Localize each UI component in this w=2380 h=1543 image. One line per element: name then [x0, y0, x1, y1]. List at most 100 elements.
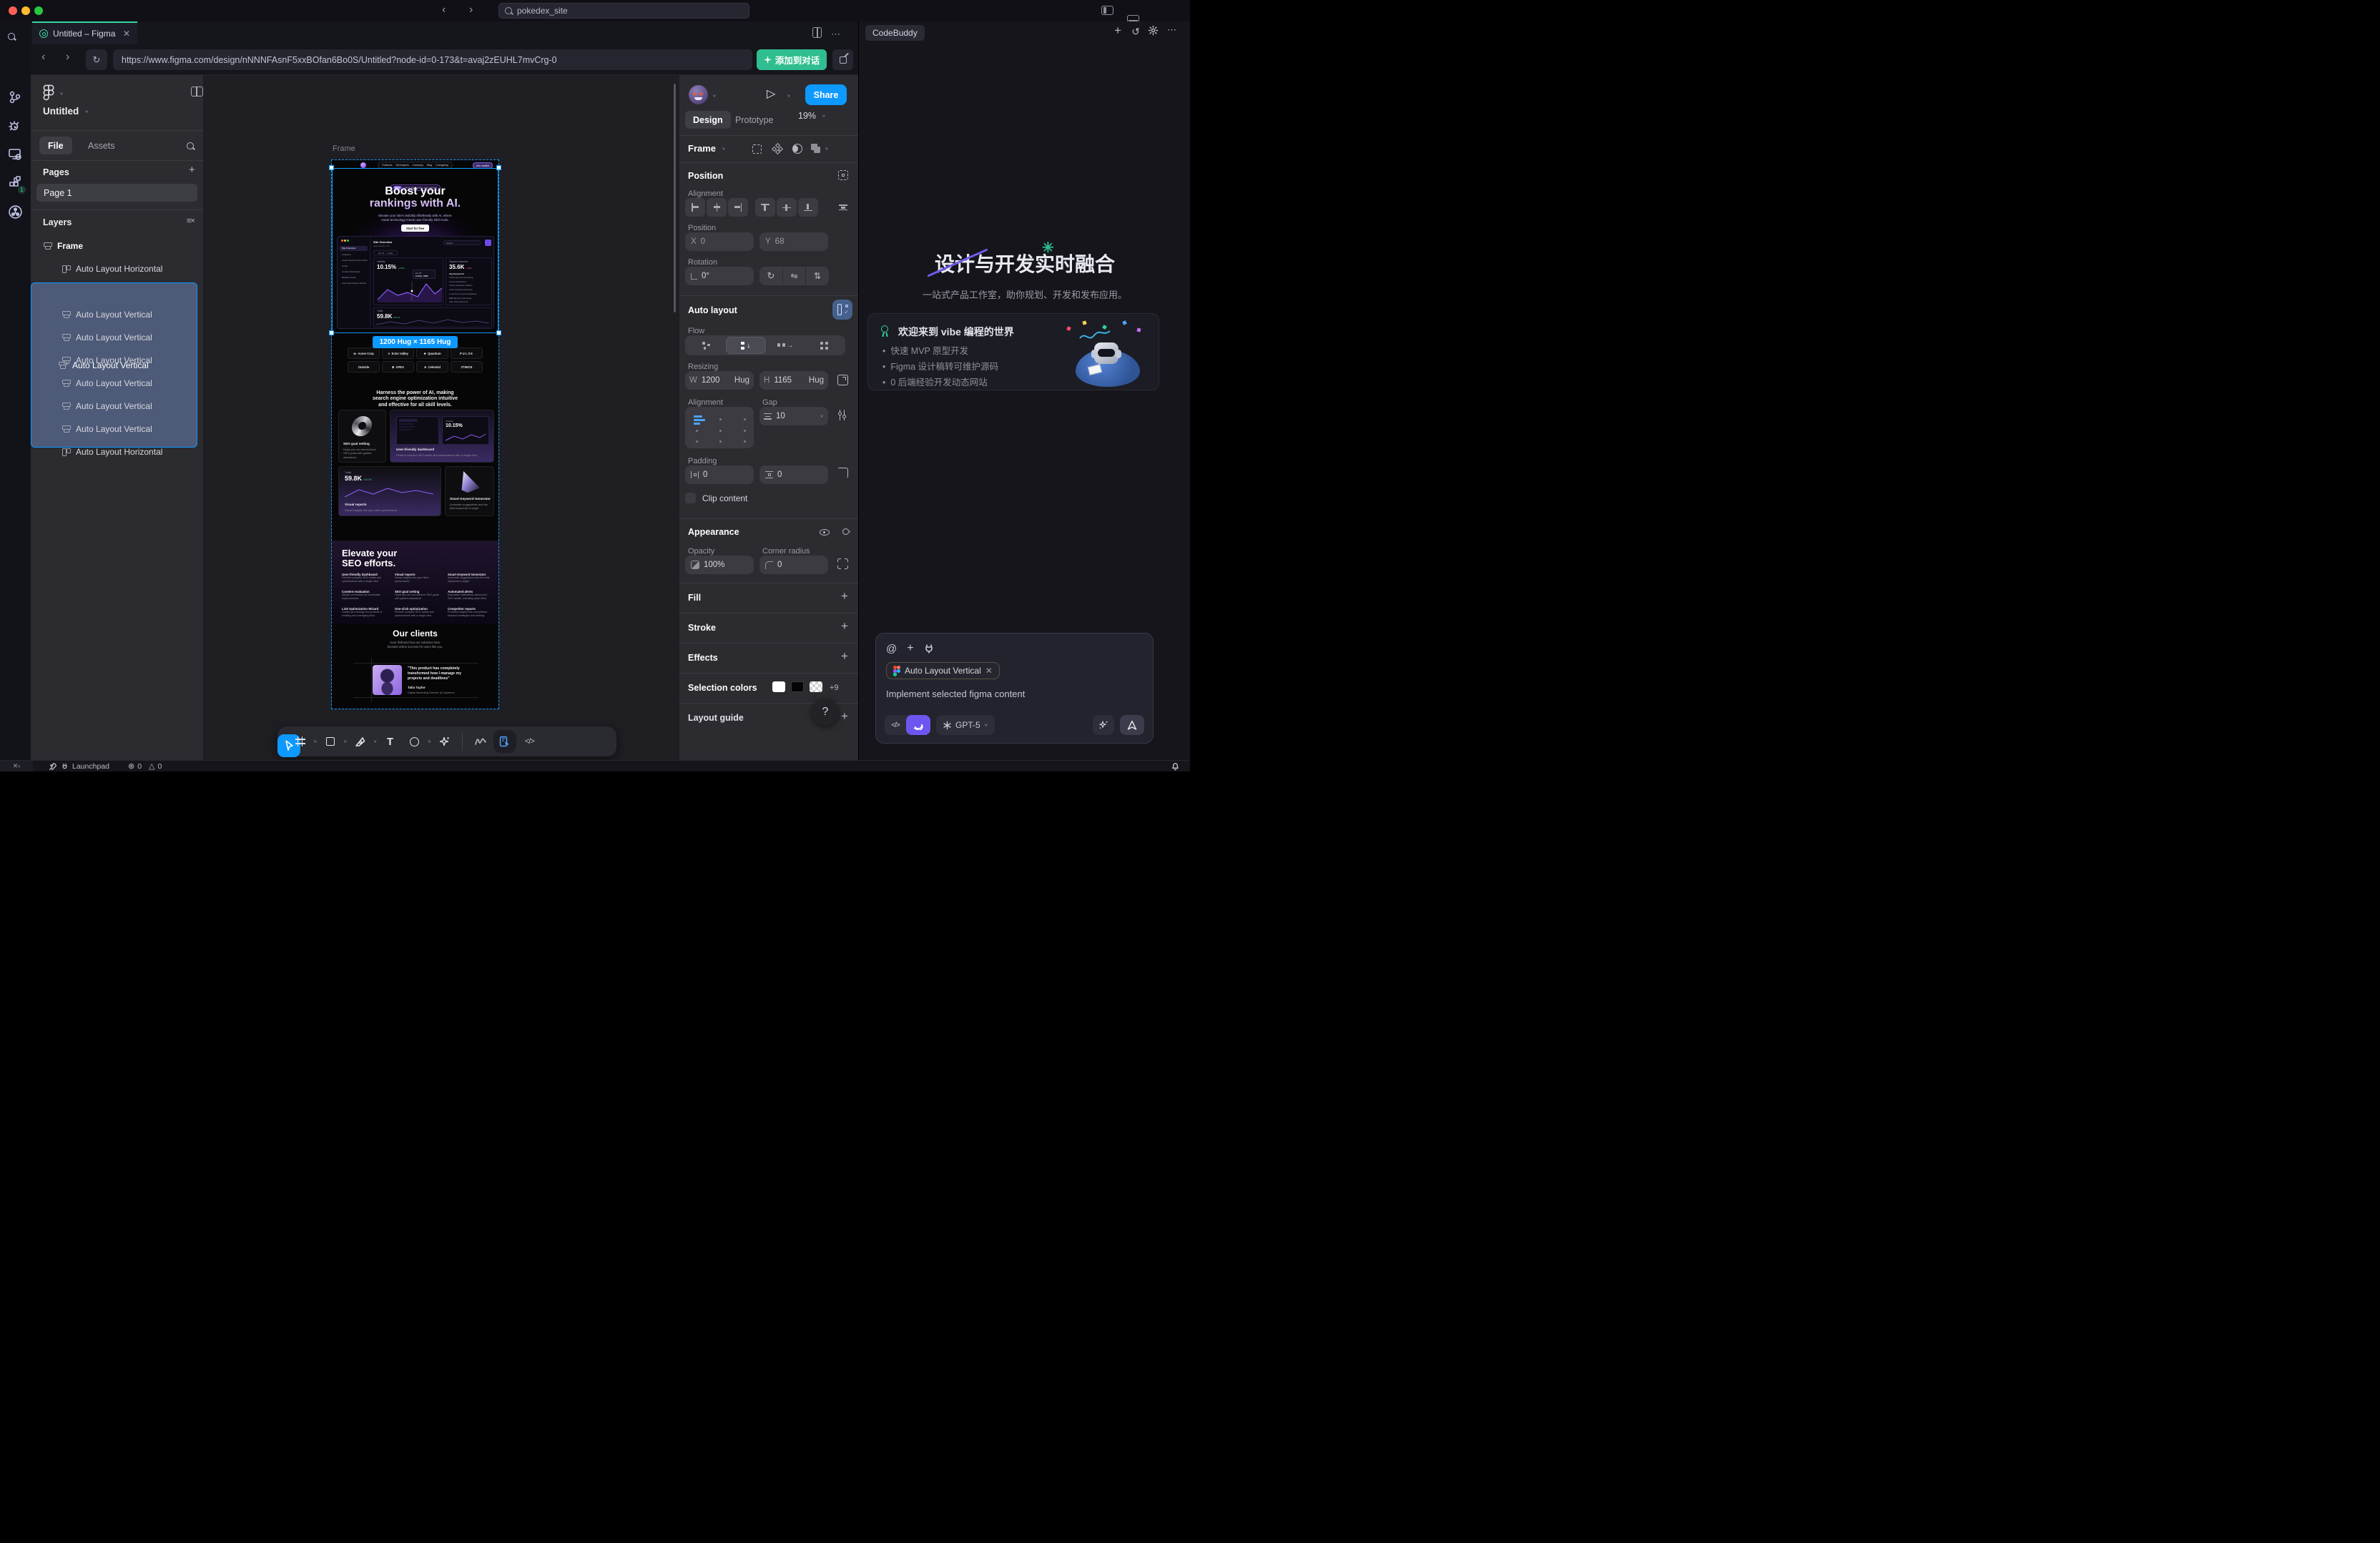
ellipse-tool-chevron-icon[interactable]: ∨ [427, 739, 431, 744]
flow-wrap-button[interactable] [805, 337, 845, 354]
code-mode-button[interactable]: </> [885, 715, 906, 735]
url-input[interactable]: https://www.figma.com/design/nNNNFAsnF5x… [113, 49, 752, 70]
ai-actions-tool[interactable] [433, 730, 456, 753]
split-editor-icon[interactable] [812, 27, 822, 38]
file-name[interactable]: Untitled [43, 106, 79, 117]
collapse-panel-button[interactable]: ✕‹ [0, 761, 33, 772]
flip-horizontal-button[interactable]: ⇋ [783, 267, 805, 285]
rail-share-graph-icon[interactable] [8, 204, 23, 220]
align-right-button[interactable] [728, 198, 748, 217]
rail-search-icon[interactable] [8, 33, 23, 48]
share-button[interactable]: Share [805, 84, 847, 105]
move-tool-chevron-icon[interactable]: ∨ [283, 739, 287, 744]
page-back-button[interactable]: ‹ [41, 51, 45, 63]
height-sizing-mode[interactable]: Hug [809, 376, 824, 385]
layer-auto-layout-horizontal[interactable]: Auto Layout Horizontal [35, 443, 199, 461]
corner-radius-input[interactable]: 0 [759, 556, 828, 574]
page-row-page1[interactable]: Page 1 [36, 184, 197, 202]
alignment-pad[interactable] [685, 407, 754, 448]
layer-auto-layout-vertical[interactable]: Auto Layout Vertical [35, 328, 199, 347]
model-selector[interactable]: GPT-5 ∨ [936, 715, 995, 735]
history-forward-button[interactable]: › [469, 4, 473, 16]
rail-extensions-icon[interactable]: 1 [8, 176, 23, 191]
reload-button[interactable]: ↻ [86, 49, 107, 70]
page-forward-button[interactable]: › [66, 51, 69, 63]
layer-frame[interactable]: Frame [35, 237, 199, 255]
figma-context-chip[interactable]: Auto Layout Vertical ✕ [886, 662, 1000, 679]
frame-tool-chevron-icon[interactable]: ∨ [313, 739, 318, 744]
selection-color-black[interactable] [791, 681, 804, 692]
tab-more-actions-icon[interactable]: ⋯ [831, 29, 841, 40]
height-input[interactable]: H1165 Hug [759, 371, 828, 390]
send-button[interactable] [1120, 715, 1144, 735]
rotate-90-button[interactable]: ↻ [759, 267, 782, 285]
chat-input-text[interactable]: Implement selected figma content [886, 689, 1143, 699]
width-input[interactable]: W1200 Hug [685, 371, 754, 390]
layers-search-icon[interactable] [187, 142, 195, 150]
shape-tool-chevron-icon[interactable]: ∨ [343, 739, 348, 744]
rail-source-control-icon[interactable] [8, 90, 23, 105]
minimize-window-button[interactable] [21, 6, 30, 15]
selection-color-transparent[interactable] [810, 681, 822, 692]
mask-icon[interactable] [792, 144, 802, 154]
layer-auto-layout-horizontal[interactable]: Auto Layout Horizontal [35, 260, 199, 278]
align-v-center-button[interactable] [777, 198, 797, 217]
pen-tool[interactable] [349, 730, 372, 753]
boolean-groups-icon[interactable]: ∨ [811, 144, 829, 153]
dev-mode-toggle-selected[interactable] [493, 730, 516, 753]
horizontal-padding-input[interactable]: 0 [685, 465, 754, 484]
auto-layout-active-icon[interactable]: ✓ [832, 300, 852, 320]
gap-settings-icon[interactable] [837, 410, 847, 420]
more-selection-colors[interactable]: +9 [830, 684, 839, 692]
add-to-chat-button[interactable]: 添加到对话 [757, 49, 827, 70]
gap-chevron-icon[interactable]: ∨ [820, 414, 824, 418]
settings-gear-icon[interactable] [1148, 25, 1159, 39]
flip-vertical-button[interactable]: ⇅ [806, 267, 829, 285]
clip-content-row[interactable]: Clip content [685, 493, 747, 503]
flow-horizontal-button[interactable]: → [766, 337, 805, 354]
rail-debug-icon[interactable] [8, 119, 23, 134]
new-chat-icon[interactable]: + [1114, 24, 1121, 38]
align-bottom-button[interactable] [798, 198, 818, 217]
codebuddy-tab[interactable]: CodeBuddy [865, 25, 925, 41]
frame-target-icon[interactable] [838, 170, 848, 180]
align-left-button[interactable] [685, 198, 705, 217]
vertical-padding-input[interactable]: 0 [759, 465, 828, 484]
distribute-menu-icon[interactable] [834, 198, 852, 217]
avatar-chevron-icon[interactable]: ∨ [712, 94, 717, 98]
panel-more-icon[interactable]: ⋯ [1167, 24, 1177, 36]
tab-design[interactable]: Design [685, 111, 731, 129]
chat-mode-button-selected[interactable] [906, 715, 930, 735]
figma-logo-icon[interactable] [43, 84, 54, 101]
add-layout-guide-icon[interactable]: + [841, 709, 848, 724]
mention-icon[interactable]: @ [886, 643, 897, 655]
y-position-input[interactable]: Y68 [759, 232, 828, 251]
add-effect-icon[interactable]: + [841, 649, 848, 664]
toggle-left-panel-icon[interactable] [1101, 6, 1113, 15]
avatar[interactable] [689, 85, 708, 104]
add-stroke-icon[interactable]: + [841, 619, 848, 634]
rail-remote-preview-icon[interactable] [8, 147, 23, 162]
tab-prototype[interactable]: Prototype [729, 111, 780, 129]
gap-input[interactable]: 10 ∨ [759, 407, 828, 425]
flow-vertical-button-selected[interactable]: ↓ [726, 337, 767, 354]
present-play-icon[interactable]: ▷ [767, 87, 775, 101]
launchpad-button[interactable]: Launchpad [49, 762, 109, 771]
notifications-bell-icon[interactable] [1171, 761, 1180, 771]
figma-menu-chevron-icon[interactable]: ∨ [59, 92, 64, 96]
selection-handle[interactable] [496, 330, 501, 335]
align-top-button[interactable] [755, 198, 775, 217]
collapse-layers-icon[interactable]: ≡× [187, 217, 195, 225]
tab-assets[interactable]: Assets [81, 137, 122, 154]
chip-remove-icon[interactable]: ✕ [985, 666, 993, 676]
selection-type-menu[interactable]: Frame ∨ [688, 143, 726, 154]
add-fill-icon[interactable]: + [841, 589, 848, 603]
zoom-menu[interactable]: 19% ∨ [798, 111, 826, 121]
flow-freeform-button[interactable] [687, 337, 726, 354]
frame-label[interactable]: Frame [333, 144, 355, 153]
align-h-center-button[interactable] [707, 198, 727, 217]
opacity-input[interactable]: 100% [685, 556, 754, 574]
selection-color-white[interactable] [772, 681, 785, 692]
history-icon[interactable]: ↺ [1131, 26, 1140, 38]
selection-handle[interactable] [329, 165, 334, 170]
